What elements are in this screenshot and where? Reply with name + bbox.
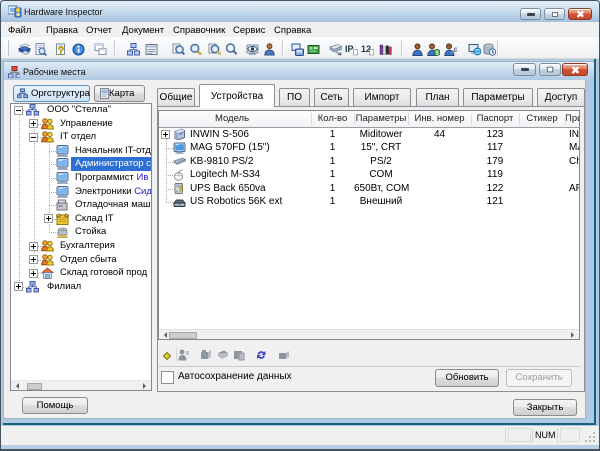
svg-text:$: $ <box>435 50 439 56</box>
svg-text:IP: IP <box>345 44 354 54</box>
svg-text:?: ? <box>58 45 65 56</box>
